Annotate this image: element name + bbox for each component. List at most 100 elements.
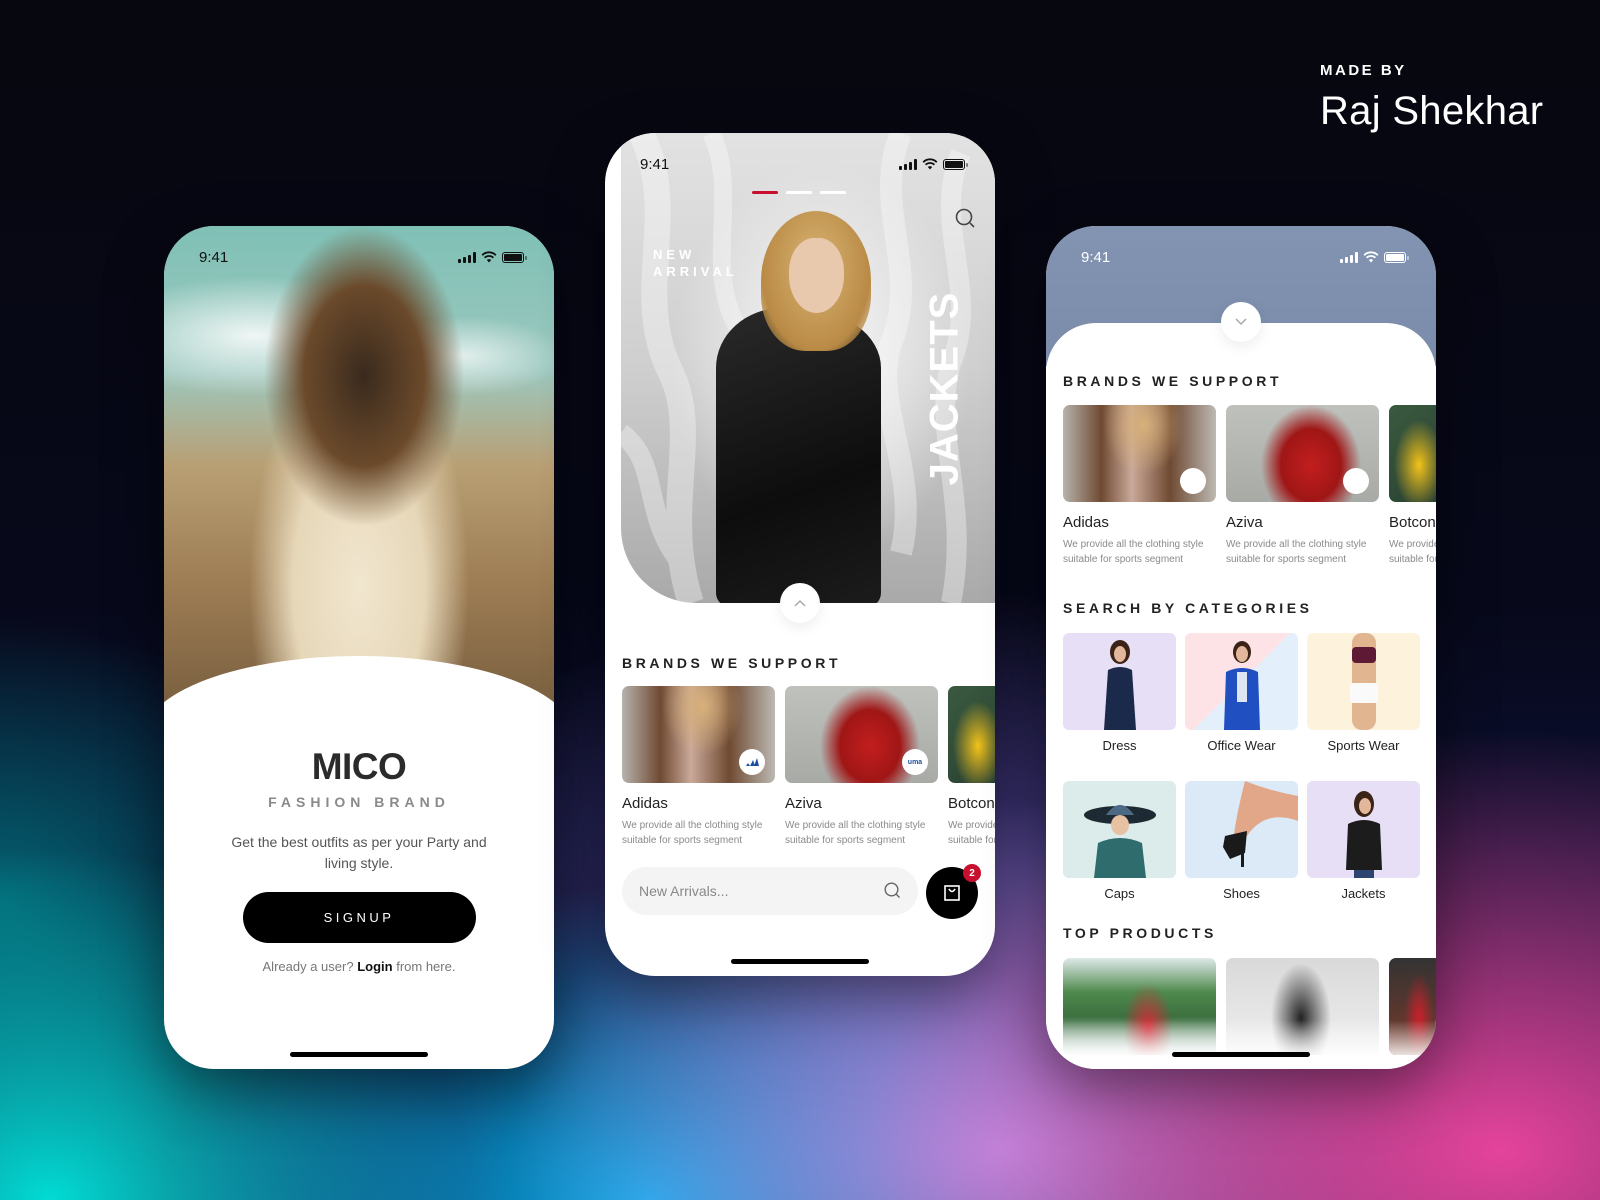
sports-wear-figure-icon	[1349, 633, 1378, 730]
brand-image	[948, 686, 995, 783]
jackets-figure-icon	[1345, 791, 1382, 878]
brand-image	[622, 686, 775, 783]
brand-name: Adidas	[622, 795, 668, 812]
status-bar: 9:41	[164, 226, 554, 274]
brand-card[interactable]: uma Aziva We provide all the clothing st…	[785, 686, 938, 848]
brand-card[interactable]: Botcon We provide all the clothing style…	[948, 686, 995, 848]
brand-name: Aziva	[785, 795, 822, 812]
brand-description-line2: suitable for sports segment	[948, 835, 995, 846]
product-card[interactable]	[1226, 958, 1379, 1055]
collapse-down-button[interactable]	[1221, 302, 1261, 342]
brand-image	[1063, 405, 1216, 502]
cart-button[interactable]: 2	[926, 864, 981, 919]
wifi-icon	[1363, 251, 1379, 263]
hero-category-text: JACKETS	[922, 291, 967, 485]
hero-banner[interactable]: NEW ARRIVAL JACKETS	[621, 133, 995, 603]
brands-carousel[interactable]: Adidas We provide all the clothing style…	[622, 686, 995, 848]
category-label: Shoes	[1223, 886, 1260, 901]
model-jacket	[716, 308, 881, 603]
office-wear-figure-icon	[1223, 641, 1260, 730]
carousel-dot-2[interactable]	[786, 191, 812, 194]
shoes-figure-icon	[1223, 781, 1298, 867]
brand-description-line2: suitable for sports segment	[785, 835, 906, 846]
brand-description: We provide all the clothing style suitabl…	[622, 818, 775, 848]
signal-icon	[458, 251, 476, 263]
category-image	[1185, 633, 1298, 730]
search-icon[interactable]	[955, 208, 977, 230]
brand-card[interactable]: Botcon We provide all the clothing style…	[1389, 405, 1436, 567]
brand-name: Botcon	[948, 795, 995, 812]
author-name: Raj Shekhar	[1320, 89, 1544, 133]
tagline: Get the best outfits as per your Party a…	[231, 834, 487, 871]
login-prefix: Already a user?	[262, 959, 354, 974]
onboarding-content: MICO FASHION BRAND Get the best outfits …	[164, 746, 554, 974]
login-link[interactable]: Login	[357, 959, 392, 974]
category-image	[1307, 633, 1420, 730]
phone-onboarding: 9:41 MICO FASHION BRAND Get the best out…	[164, 226, 554, 1069]
home-indicator	[731, 959, 869, 964]
category-jackets[interactable]: Jackets	[1307, 781, 1420, 929]
category-image	[1063, 633, 1176, 730]
wifi-icon	[481, 251, 497, 263]
signal-icon	[1340, 251, 1358, 263]
hero-photo	[164, 226, 554, 706]
new-arrival-line2: ARRIVAL	[653, 264, 738, 279]
caps-figure-icon	[1083, 805, 1156, 878]
brand-description-line1: We provide all the clothing style	[622, 820, 763, 831]
brand-description: We provide all the clothing style suitabl…	[1389, 537, 1436, 567]
brand-description-line2: suitable for sports segment	[1389, 554, 1436, 565]
product-card[interactable]	[1063, 958, 1216, 1055]
category-sports-wear[interactable]: Sports Wear	[1307, 633, 1420, 781]
category-caps[interactable]: Caps	[1063, 781, 1176, 929]
brands-carousel[interactable]: Adidas We provide all the clothing style…	[1063, 405, 1436, 567]
status-time: 9:41	[1081, 248, 1111, 266]
chevron-down-icon	[1235, 318, 1247, 326]
wifi-icon	[922, 158, 938, 170]
product-card[interactable]	[1389, 958, 1436, 1055]
brand-description-line1: We provide all the clothing style	[948, 820, 995, 831]
brand-description-line1: We provide all the clothing style	[785, 820, 926, 831]
battery-icon	[502, 251, 527, 263]
carousel-dot-3[interactable]	[820, 191, 846, 194]
card-fade	[1063, 1020, 1216, 1055]
brand-name: Botcon	[1389, 514, 1436, 531]
brand-card[interactable]: Aziva We provide all the clothing style s…	[1226, 405, 1379, 567]
search-bar[interactable]	[622, 867, 918, 915]
category-image	[1185, 781, 1298, 878]
category-dress[interactable]: Dress	[1063, 633, 1176, 781]
category-office-wear[interactable]: Office Wear	[1185, 633, 1298, 781]
phone-browse: 9:41 BRANDS WE SUPPORT Adidas We provide…	[1046, 226, 1436, 1069]
carousel-dot-1[interactable]	[752, 191, 778, 194]
brand-name: Aziva	[1226, 514, 1263, 531]
category-label: Sports Wear	[1327, 738, 1400, 753]
top-products-carousel[interactable]	[1063, 958, 1436, 1055]
brand-description-line1: We provide all the clothing style	[1226, 539, 1367, 550]
brand-card[interactable]: Adidas We provide all the clothing style…	[622, 686, 775, 848]
section-title-categories: SEARCH BY CATEGORIES	[1063, 600, 1313, 616]
card-fade	[1226, 1020, 1379, 1055]
home-indicator	[290, 1052, 428, 1057]
brand-description: We provide all the clothing style suitabl…	[785, 818, 938, 848]
status-bar: 9:41	[605, 133, 995, 181]
brand-card[interactable]: Adidas We provide all the clothing style…	[1063, 405, 1216, 567]
uma-logo-icon: uma	[902, 749, 928, 775]
phone-home: NEW ARRIVAL JACKETS 9:41 BRANDS WE SUPPO…	[605, 133, 995, 976]
brand-description: We provide all the clothing style suitabl…	[1063, 537, 1216, 567]
made-by-label: MADE BY	[1320, 62, 1407, 79]
signup-button[interactable]: SIGNUP	[242, 892, 476, 943]
chevron-up-icon	[794, 599, 806, 607]
brand-description-line2: suitable for sports segment	[1063, 554, 1184, 565]
section-title-brands: BRANDS WE SUPPORT	[1063, 373, 1283, 389]
category-shoes[interactable]: Shoes	[1185, 781, 1298, 929]
category-label: Office Wear	[1207, 738, 1276, 753]
brand-image	[1389, 405, 1436, 502]
search-icon[interactable]	[884, 882, 902, 900]
brand-image	[1226, 405, 1379, 502]
card-fade	[1389, 1020, 1436, 1055]
brand-subtitle: FASHION BRAND	[268, 794, 450, 810]
search-input[interactable]	[639, 883, 884, 899]
expand-up-button[interactable]	[780, 583, 820, 623]
brand-image: uma	[785, 686, 938, 783]
hero-curve-bump	[294, 678, 424, 738]
brand-description-line1: We provide all the clothing style	[1063, 539, 1204, 550]
